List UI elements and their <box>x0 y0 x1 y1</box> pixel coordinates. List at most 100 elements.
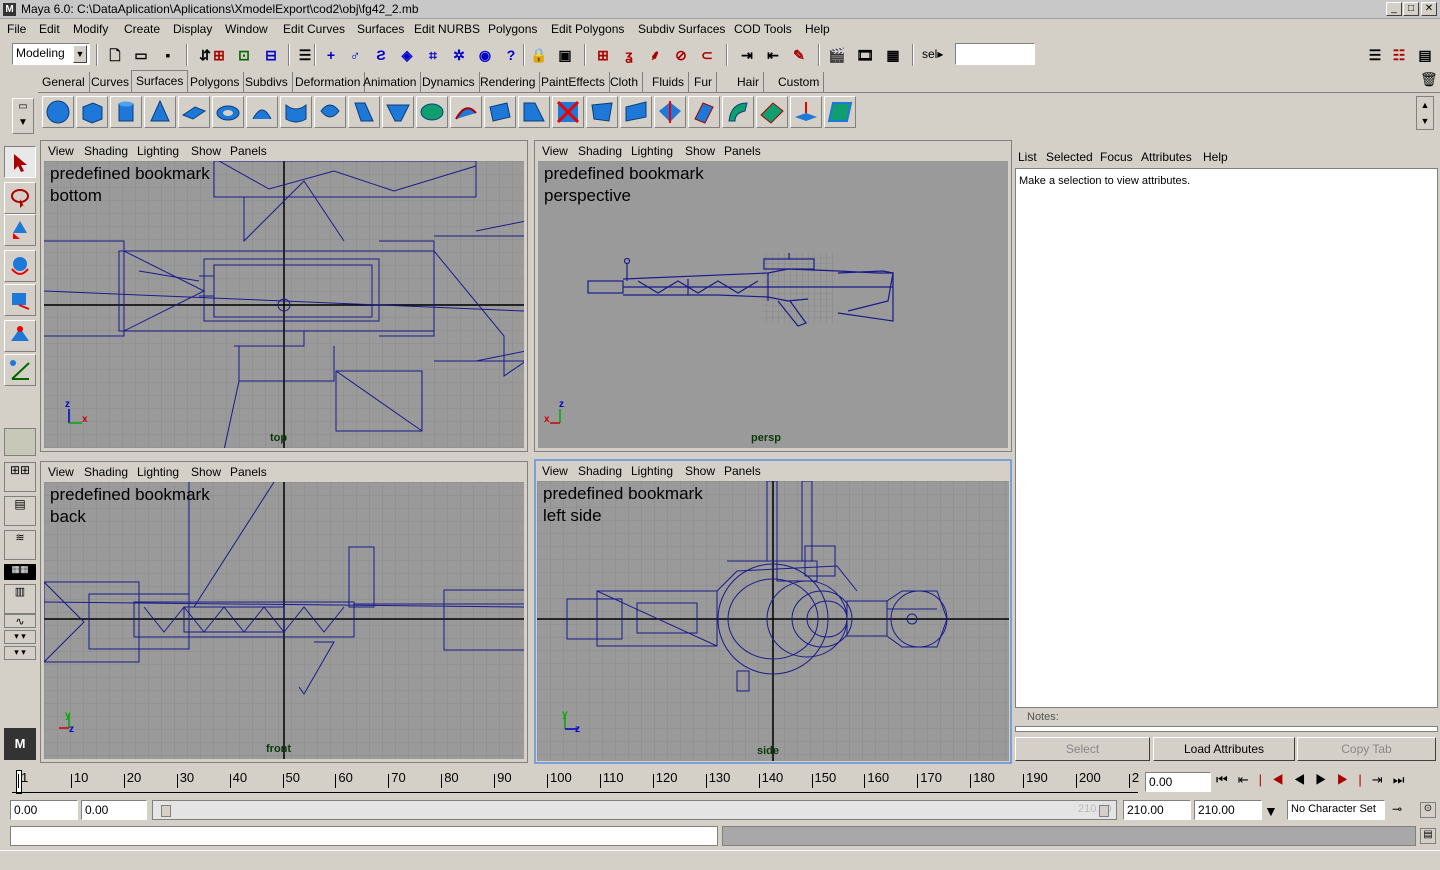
viewport-canvas[interactable]: predefined bookmark back y z front <box>44 482 524 759</box>
attach-surfaces-icon[interactable] <box>620 96 652 128</box>
select-tool-icon[interactable] <box>4 146 36 178</box>
menu-edit[interactable]: Edit <box>39 22 60 36</box>
shelf-tab-subdivs[interactable]: Subdivs <box>241 72 293 92</box>
panel-menu-lighting[interactable]: Lighting <box>631 464 673 478</box>
misc-mask-icon[interactable]: ? <box>500 44 522 66</box>
viewport-canvas[interactable]: predefined bookmark left side y z side <box>537 481 1009 761</box>
loft-icon[interactable] <box>280 96 312 128</box>
panel-menu-lighting[interactable]: Lighting <box>631 144 673 158</box>
panel-menu-view[interactable]: View <box>542 144 568 158</box>
tool-settings-toggle-icon[interactable]: ▤ <box>1414 44 1436 66</box>
current-time-field[interactable]: 0.00 <box>1145 772 1211 792</box>
offset-surfaces-icon[interactable] <box>824 96 856 128</box>
output-history-icon[interactable]: ⇤ <box>762 44 784 66</box>
panel-menu-shading[interactable]: Shading <box>84 465 128 479</box>
open-scene-icon[interactable]: ▭ <box>130 44 152 66</box>
maximize-button[interactable]: □ <box>1403 2 1419 16</box>
viewport-side[interactable]: View Shading Lighting Show Panels predef… <box>534 459 1012 764</box>
panel-menu-panels[interactable]: Panels <box>724 464 761 478</box>
menu-file[interactable]: File <box>7 22 26 36</box>
dynamics-mask-icon[interactable]: ✲ <box>448 44 470 66</box>
extrude-icon[interactable] <box>348 96 380 128</box>
playback-start-field[interactable]: 0.00 <box>81 800 147 820</box>
viewport-front[interactable]: View Shading Lighting Show Panels predef… <box>40 461 528 763</box>
align-surfaces-icon[interactable] <box>688 96 720 128</box>
make-live-icon[interactable]: ⊂ <box>696 44 718 66</box>
maya-app-icon[interactable]: M <box>3 3 16 16</box>
nurbs-torus-icon[interactable] <box>212 96 244 128</box>
snap-curve-icon[interactable]: ʓ <box>618 44 640 66</box>
show-manipulator-icon[interactable] <box>4 320 36 352</box>
step-forward-frame-icon[interactable]: ▶| <box>1337 772 1372 787</box>
panel-menu-show[interactable]: Show <box>191 144 221 158</box>
persp-graph-layout-icon[interactable]: ▥ <box>4 584 36 614</box>
viewport-top[interactable]: View Shading Lighting Show Panels predef… <box>40 140 528 452</box>
graph-editor-layout-icon[interactable]: ≋ <box>4 530 36 560</box>
playback-end-field[interactable]: 210.00 <box>1123 800 1191 820</box>
play-backwards-icon[interactable]: ◀ <box>1294 772 1316 787</box>
bevel-icon[interactable] <box>484 96 516 128</box>
highlight-selection-icon[interactable]: ▣ <box>554 44 576 66</box>
snap-grid-icon[interactable]: ⊞ <box>592 44 614 66</box>
select-object-icon[interactable]: ⊡ <box>233 44 255 66</box>
go-to-end-icon[interactable]: ⏭ <box>1393 772 1415 787</box>
menu-create[interactable]: Create <box>124 22 160 36</box>
snap-point-icon[interactable]: ⸙ <box>644 44 666 66</box>
open-close-surfaces-icon[interactable] <box>722 96 754 128</box>
shelf-tab-rendering[interactable]: Rendering <box>476 72 541 92</box>
nurbs-plane-icon[interactable] <box>178 96 210 128</box>
panel-menu-show[interactable]: Show <box>685 144 715 158</box>
shelf-tab-general[interactable]: General <box>38 72 90 92</box>
lock-selection-icon[interactable]: 🔒 <box>528 44 550 66</box>
panel-menu-view[interactable]: View <box>48 465 74 479</box>
range-slider-bar[interactable]: 210.00 <box>152 800 1117 820</box>
chevron-down-icon[interactable]: ▼ <box>73 45 87 63</box>
single-pane-layout-icon[interactable] <box>4 428 36 456</box>
attribute-editor-toggle-icon[interactable]: ☷ <box>1388 44 1410 66</box>
shelf-tab-hair[interactable]: Hair <box>733 72 765 92</box>
auto-key-icon[interactable]: ⊸ <box>1392 802 1402 816</box>
shelf-tab-deformation[interactable]: Deformation <box>291 72 366 92</box>
viewport-canvas[interactable]: predefined bookmark bottom z x top <box>44 161 524 448</box>
step-forward-key-icon[interactable]: ⇥ <box>1372 772 1393 787</box>
menu-edit-nurbs[interactable]: Edit NURBS <box>414 22 480 36</box>
time-slider[interactable]: 1 10 20 30 40 50 60 70 80 90 100 110 120 130 140 150 160… <box>10 766 1140 798</box>
quick-selection-input[interactable] <box>955 43 1035 65</box>
hypershade-layout-icon[interactable]: ▦▦ <box>4 564 36 580</box>
nurbs-cube-icon[interactable] <box>76 96 108 128</box>
viewport-persp[interactable]: View Shading Lighting Show Panels predef… <box>534 140 1012 452</box>
scale-tool-icon[interactable] <box>4 284 36 316</box>
untrim-icon[interactable] <box>586 96 618 128</box>
animation-end-field[interactable]: 210.00 <box>1194 800 1262 820</box>
insert-isoparms-icon[interactable] <box>756 96 788 128</box>
trim-tool-icon[interactable] <box>552 96 584 128</box>
panel-menu-panels[interactable]: Panels <box>724 144 761 158</box>
render-current-frame-icon[interactable]: 🎬 <box>826 44 848 66</box>
copy-tab-button[interactable]: Copy Tab <box>1297 737 1436 761</box>
animation-prefs-icon[interactable]: ⊙ <box>1420 802 1436 818</box>
nurbs-sphere-icon[interactable] <box>42 96 74 128</box>
mask-menu-icon[interactable]: ☰ <box>294 44 316 66</box>
menu-edit-polygons[interactable]: Edit Polygons <box>551 22 624 36</box>
menu-subdiv-surfaces[interactable]: Subdiv Surfaces <box>638 22 725 36</box>
shelf-tab-curves[interactable]: Curves <box>87 72 135 92</box>
chevron-down-icon[interactable]: ▼ <box>1264 803 1278 819</box>
last-tool-icon[interactable] <box>4 354 36 386</box>
character-set-field[interactable]: No Character Set <box>1287 800 1385 820</box>
select-button[interactable]: Select <box>1015 737 1150 761</box>
revolve-icon[interactable] <box>246 96 278 128</box>
menu-help[interactable]: Help <box>805 22 830 36</box>
shelf-menu-button[interactable]: ▭ ▼ <box>12 98 34 134</box>
planar-icon[interactable] <box>314 96 346 128</box>
load-attributes-button[interactable]: Load Attributes <box>1153 737 1295 761</box>
nurbs-cone-icon[interactable] <box>144 96 176 128</box>
layout-menu-icon[interactable]: ▾ ▾ <box>4 630 36 644</box>
square-surface-icon[interactable] <box>450 96 482 128</box>
four-pane-layout-icon[interactable]: ⊞⊞ <box>4 462 36 492</box>
outliner-persp-layout-icon[interactable]: ▤ <box>4 496 36 526</box>
range-start-handle[interactable] <box>161 805 171 817</box>
shelf-tab-animation[interactable]: Animation <box>359 72 422 92</box>
boundary-icon[interactable] <box>416 96 448 128</box>
panel-menu-view[interactable]: View <box>48 144 74 158</box>
menu-display[interactable]: Display <box>173 22 212 36</box>
